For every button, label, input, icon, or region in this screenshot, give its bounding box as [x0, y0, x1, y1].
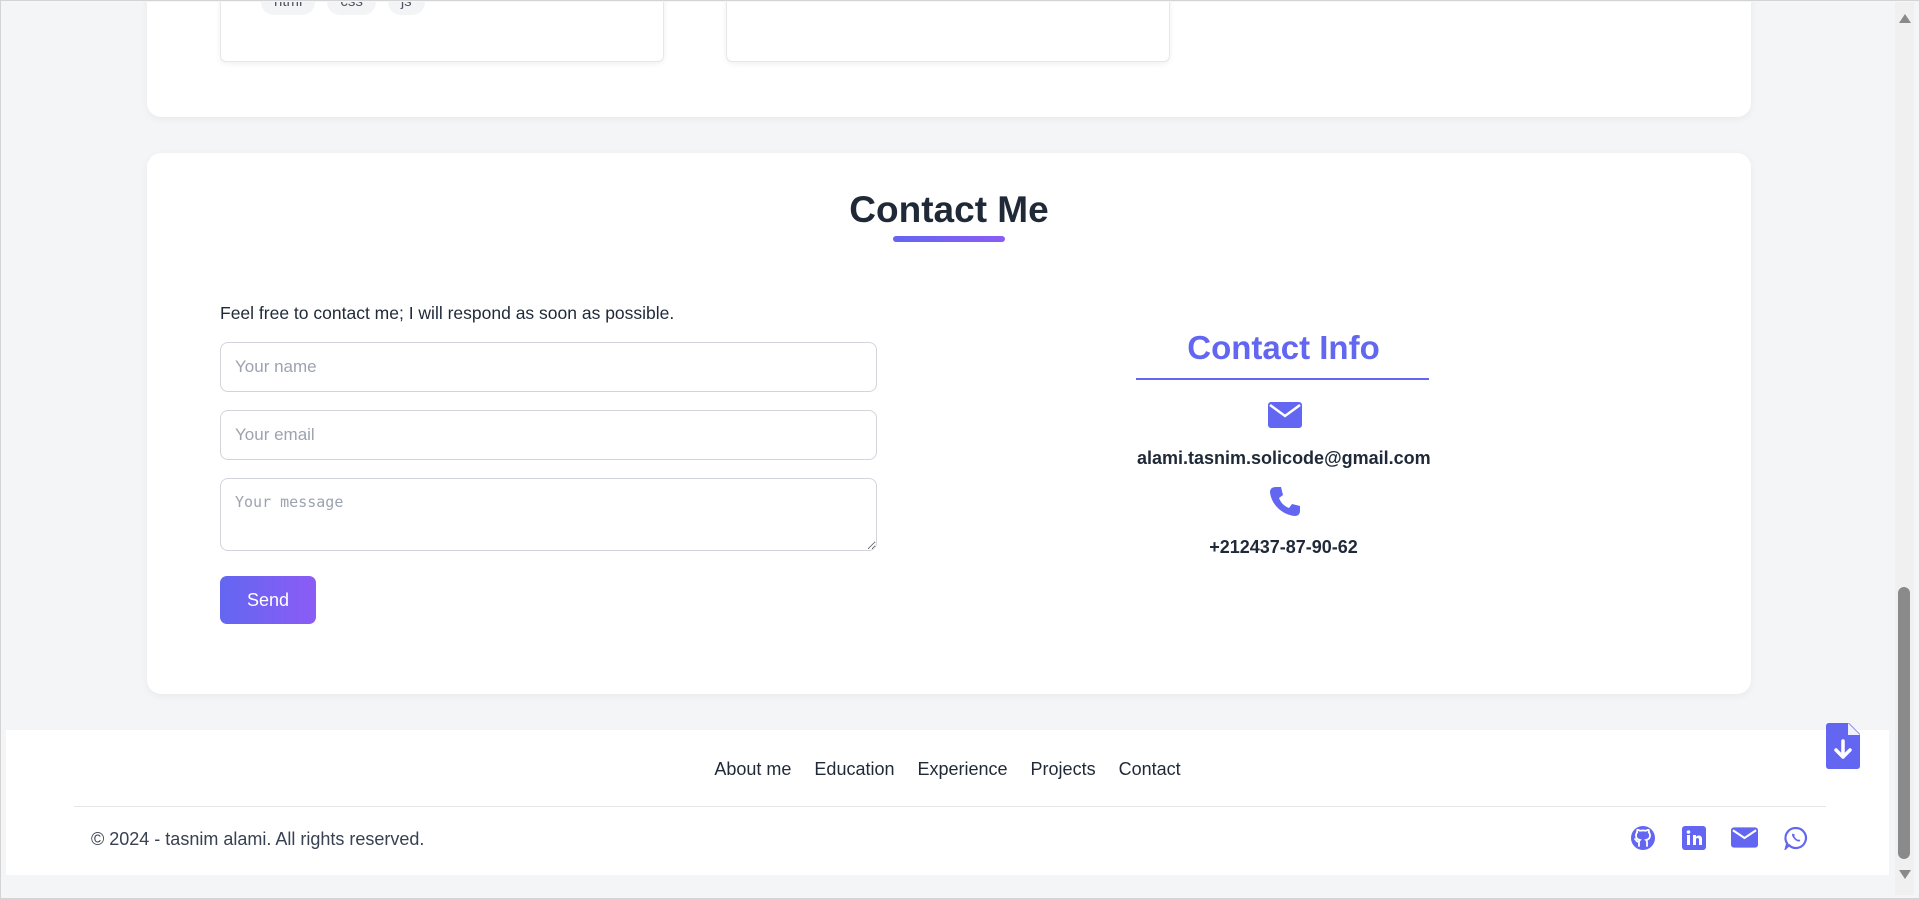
social-links	[1629, 824, 1809, 851]
footer-link-about[interactable]: About me	[714, 759, 791, 780]
contact-info-title: Contact Info	[1187, 329, 1380, 366]
send-button[interactable]: Send	[220, 576, 316, 624]
scroll-up-arrow[interactable]	[1899, 14, 1911, 23]
contact-phone: +212437-87-90-62	[1209, 537, 1358, 557]
github-icon[interactable]	[1629, 824, 1656, 851]
footer-link-experience[interactable]: Experience	[917, 759, 1007, 780]
footer-nav: About me Education Experience Projects C…	[6, 759, 1889, 780]
footer-link-education[interactable]: Education	[814, 759, 894, 780]
tag-css: css	[327, 2, 376, 15]
phone-icon	[1268, 484, 1302, 518]
name-input[interactable]	[220, 342, 877, 392]
contact-info-underline	[1136, 378, 1429, 380]
page-viewport: html css js Contact Me Feel free to cont…	[6, 2, 1895, 895]
envelope-icon[interactable]	[1731, 824, 1758, 851]
copyright: © 2024 - tasnim alami. All rights reserv…	[91, 829, 425, 849]
contact-email: alami.tasnim.solicode@gmail.com	[1137, 448, 1431, 468]
projects-section: html css js	[147, 2, 1751, 117]
section-title: Contact Me	[849, 189, 1049, 230]
linkedin-icon[interactable]	[1680, 824, 1707, 851]
project-card[interactable]: html css js	[220, 2, 664, 62]
email-input[interactable]	[220, 410, 877, 460]
vertical-scrollbar[interactable]	[1895, 2, 1914, 895]
contact-intro: Feel free to contact me; I will respond …	[220, 303, 675, 323]
title-underline	[893, 236, 1005, 242]
scroll-thumb[interactable]	[1898, 587, 1910, 859]
footer-divider	[74, 806, 1826, 807]
project-card[interactable]	[726, 2, 1170, 62]
footer-link-contact[interactable]: Contact	[1119, 759, 1181, 780]
footer: About me Education Experience Projects C…	[6, 730, 1889, 875]
tag-html: html	[261, 2, 316, 15]
file-download-icon	[1826, 723, 1860, 769]
scroll-down-arrow[interactable]	[1899, 870, 1911, 879]
whatsapp-icon[interactable]	[1782, 824, 1809, 851]
footer-link-projects[interactable]: Projects	[1031, 759, 1096, 780]
envelope-icon	[1268, 398, 1302, 432]
project-tags: html css js	[261, 2, 425, 15]
message-textarea[interactable]	[220, 478, 877, 551]
contact-section: Contact Me Feel free to contact me; I wi…	[147, 153, 1751, 694]
tag-js: js	[387, 2, 425, 15]
download-cv-button[interactable]	[1826, 723, 1860, 769]
